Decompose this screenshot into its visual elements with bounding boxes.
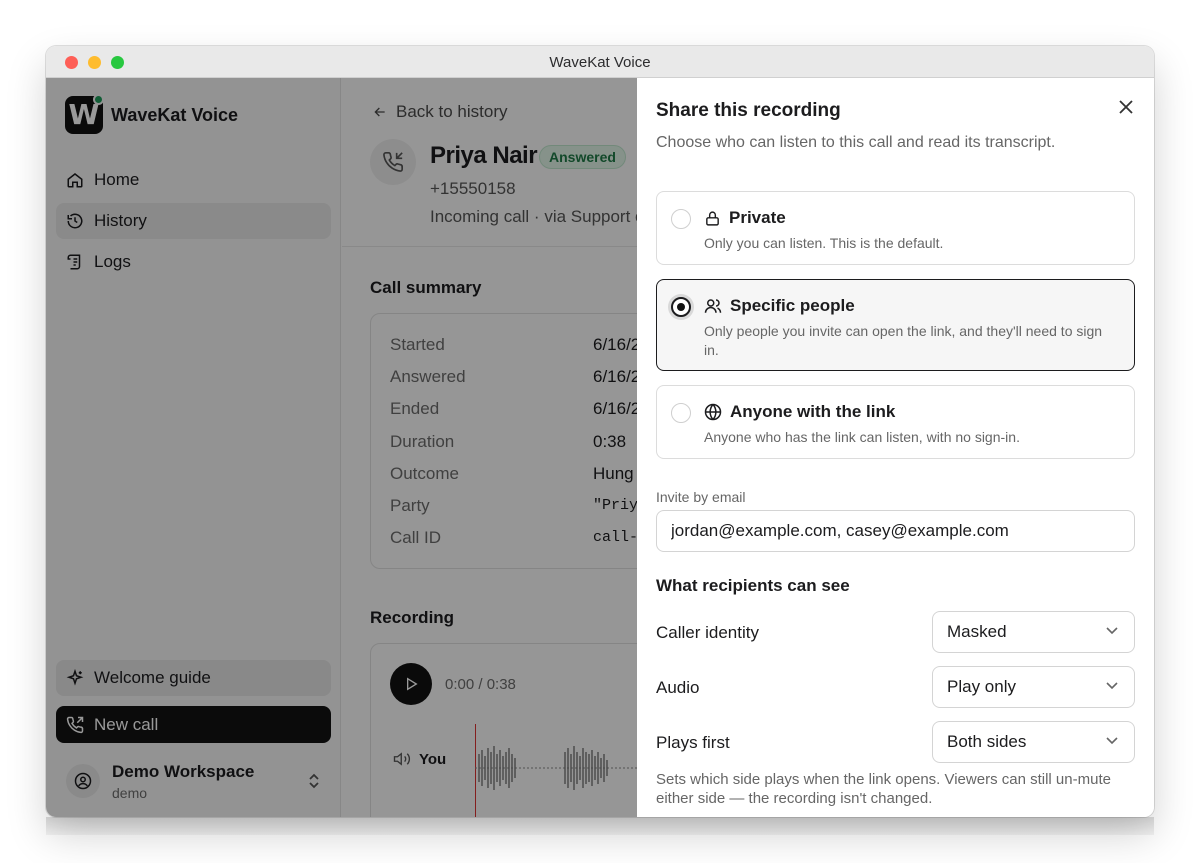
close-button[interactable] bbox=[1115, 96, 1137, 118]
option-description: Only you can listen. This is the default… bbox=[704, 235, 944, 251]
lock-icon bbox=[706, 210, 719, 226]
invite-label: Invite by email bbox=[656, 489, 746, 505]
radio-anyone-with-link[interactable] bbox=[671, 403, 691, 423]
title-bar: WaveKat Voice bbox=[46, 46, 1154, 78]
chevron-down-icon bbox=[1106, 737, 1118, 745]
option-header: Anyone with the link bbox=[704, 402, 895, 422]
window-title: WaveKat Voice bbox=[549, 54, 651, 71]
select-value: Masked bbox=[947, 622, 1007, 641]
setting-label: Caller identity bbox=[656, 623, 759, 642]
radio-private[interactable] bbox=[671, 209, 691, 229]
chevron-down-icon bbox=[1106, 627, 1118, 635]
option-title: Anyone with the link bbox=[730, 402, 896, 421]
audio-select[interactable]: Play only bbox=[932, 666, 1135, 708]
people-icon bbox=[704, 299, 722, 313]
option-title: Specific people bbox=[730, 296, 855, 315]
option-private[interactable]: Private Only you can listen. This is the… bbox=[656, 191, 1135, 265]
select-value: Both sides bbox=[947, 732, 1027, 751]
chevron-down-icon bbox=[1106, 682, 1118, 690]
invite-email-input[interactable] bbox=[656, 510, 1135, 552]
select-value: Play only bbox=[947, 677, 1016, 696]
option-anyone-with-link[interactable]: Anyone with the link Anyone who has the … bbox=[656, 385, 1135, 459]
radio-specific-people[interactable] bbox=[671, 297, 691, 317]
option-specific-people[interactable]: Specific people Only people you invite c… bbox=[656, 279, 1135, 371]
close-icon bbox=[1119, 100, 1133, 114]
app-window: WaveKat Voice W WaveKat Voice Home Histo… bbox=[46, 46, 1154, 817]
globe-icon bbox=[704, 403, 722, 421]
option-description: Anyone who has the link can listen, with… bbox=[704, 429, 1020, 445]
option-header: Private bbox=[704, 208, 786, 228]
setting-label: Audio bbox=[656, 678, 700, 697]
share-subtitle: Choose who can listen to this call and r… bbox=[656, 134, 1056, 151]
plays-first-help: Sets which side plays when the link open… bbox=[656, 771, 1111, 807]
option-title: Private bbox=[729, 208, 786, 227]
option-description: Only people you invite can open the link… bbox=[704, 323, 1103, 358]
share-title: Share this recording bbox=[656, 100, 841, 121]
option-header: Specific people bbox=[704, 296, 855, 316]
window-shadow bbox=[46, 817, 1154, 835]
setting-label: Plays first bbox=[656, 733, 730, 752]
plays-first-select[interactable]: Both sides bbox=[932, 721, 1135, 763]
app-content: W WaveKat Voice Home History Logs Welcom… bbox=[46, 78, 637, 817]
modal-backdrop[interactable] bbox=[46, 78, 637, 817]
recipients-title: What recipients can see bbox=[656, 576, 850, 595]
share-panel: Share this recording Choose who can list… bbox=[637, 78, 1154, 817]
caller-identity-select[interactable]: Masked bbox=[932, 611, 1135, 653]
